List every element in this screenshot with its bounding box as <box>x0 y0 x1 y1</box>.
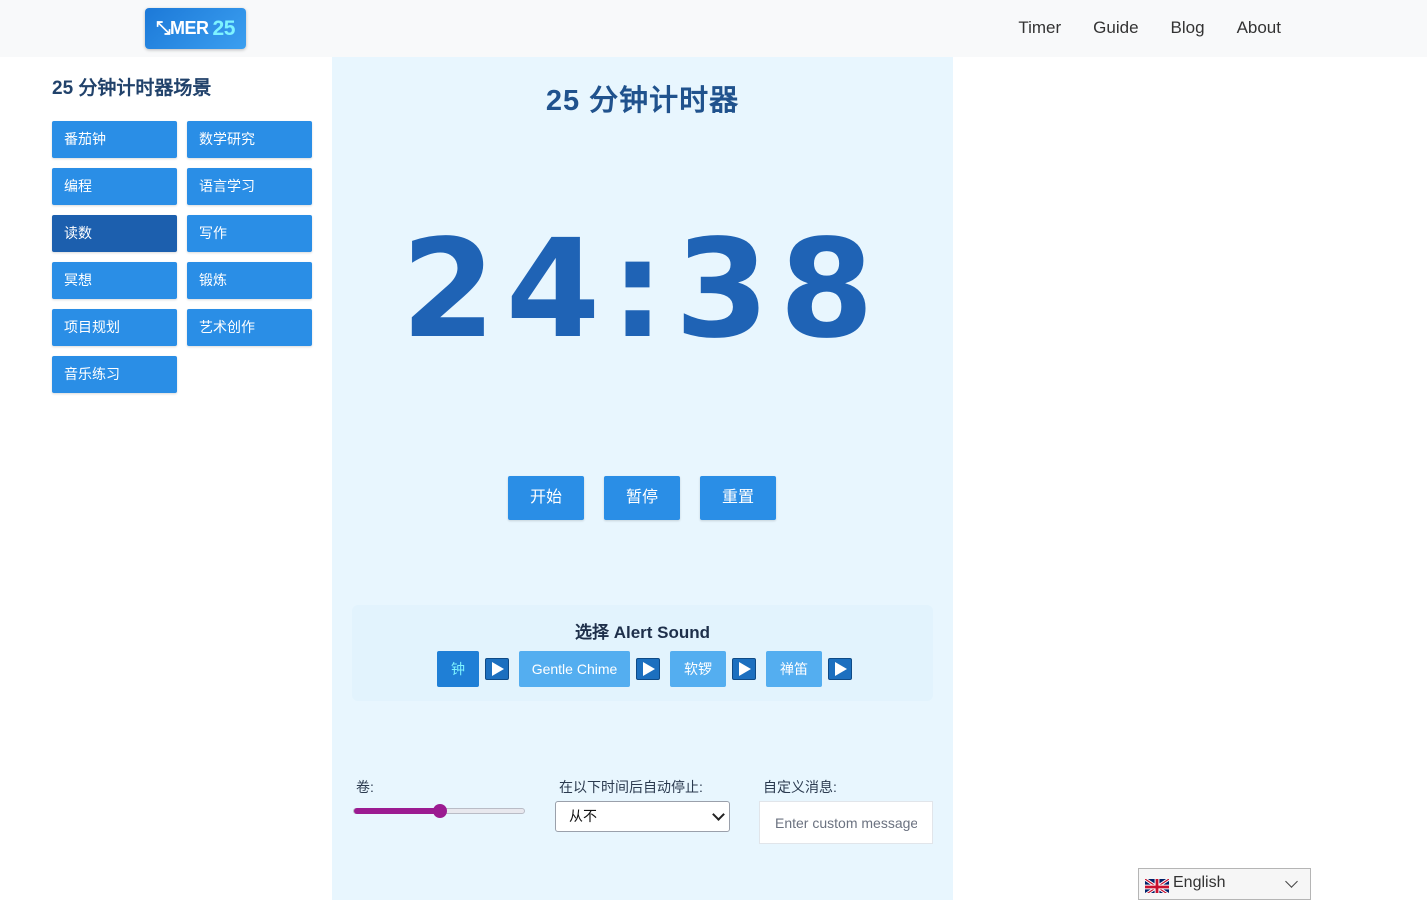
scenario-writing-button[interactable]: 写作 <box>187 215 312 252</box>
site-header: ⤡ MER 25 Timer Guide Blog About <box>0 0 1427 57</box>
scenario-exercise-button[interactable]: 锻炼 <box>187 262 312 299</box>
sound-bell-button[interactable]: 钟 <box>437 651 479 687</box>
language-selector[interactable]: English <box>1138 868 1311 900</box>
scenario-music-button[interactable]: 音乐练习 <box>52 356 177 393</box>
chevron-down-icon <box>1285 875 1298 888</box>
alert-sound-options: 钟 Gentle Chime 软锣 禅笛 <box>437 651 862 687</box>
scenario-math-button[interactable]: 数学研究 <box>187 121 312 158</box>
sound-zen-flute-button[interactable]: 禅笛 <box>766 651 822 687</box>
scenario-project-button[interactable]: 项目规划 <box>52 309 177 346</box>
volume-slider[interactable] <box>353 804 525 818</box>
page-title: 25 分钟计时器 <box>545 85 740 117</box>
sound-soft-gong-button[interactable]: 软锣 <box>670 651 726 687</box>
site-logo[interactable]: ⤡ MER 25 <box>145 8 246 49</box>
alert-sound-title: 选择 Alert Sound <box>574 623 711 642</box>
logo-number: 25 <box>212 16 236 40</box>
sidebar-title: 25 分钟计时器场景 <box>52 78 212 99</box>
scenario-grid: 番茄钟 数学研究 编程 语言学习 读数 写作 冥想 锻炼 项目规划 艺术创作 音… <box>52 121 314 393</box>
auto-stop-label: 在以下时间后自动停止: <box>559 779 703 795</box>
main-nav: Timer Guide Blog About <box>1018 17 1281 39</box>
custom-message-label: 自定义消息: <box>763 779 837 795</box>
auto-stop-select[interactable]: 从不 <box>555 801 730 832</box>
volume-slider-fill <box>354 808 440 814</box>
play-icon <box>835 662 847 676</box>
scenario-sidebar: 25 分钟计时器场景 番茄钟 数学研究 编程 语言学习 读数 写作 冥想 锻炼 … <box>52 77 314 393</box>
logo-text: MER <box>170 18 209 38</box>
alert-sound-section: 选择 Alert Sound 钟 Gentle Chime 软锣 禅笛 <box>352 605 933 701</box>
play-bell-button[interactable] <box>485 658 509 680</box>
timer-hand-icon: ⤡ <box>156 18 171 38</box>
nav-guide[interactable]: Guide <box>1093 17 1138 39</box>
scenario-art-button[interactable]: 艺术创作 <box>187 309 312 346</box>
custom-message-input[interactable] <box>759 801 933 844</box>
nav-timer[interactable]: Timer <box>1018 17 1061 39</box>
volume-slider-thumb[interactable] <box>433 804 447 818</box>
timer-controls: 开始 暂停 重置 <box>508 476 776 520</box>
countdown-display: 24:38 <box>401 211 884 369</box>
volume-label: 卷: <box>356 779 374 795</box>
language-selected: English <box>1173 874 1226 891</box>
nav-about[interactable]: About <box>1237 17 1281 39</box>
scenario-language-button[interactable]: 语言学习 <box>187 168 312 205</box>
chevron-down-icon <box>712 808 725 821</box>
sound-gentle-chime-button[interactable]: Gentle Chime <box>519 651 630 687</box>
play-gentle-chime-button[interactable] <box>636 658 660 680</box>
scenario-meditation-button[interactable]: 冥想 <box>52 262 177 299</box>
reset-button[interactable]: 重置 <box>700 476 776 520</box>
play-icon <box>643 662 655 676</box>
play-soft-gong-button[interactable] <box>732 658 756 680</box>
pause-button[interactable]: 暂停 <box>604 476 680 520</box>
uk-flag-icon <box>1145 877 1169 893</box>
auto-stop-value: 从不 <box>569 808 597 824</box>
scenario-pomodoro-button[interactable]: 番茄钟 <box>52 121 177 158</box>
play-icon <box>739 662 751 676</box>
play-icon <box>492 662 504 676</box>
start-button[interactable]: 开始 <box>508 476 584 520</box>
nav-blog[interactable]: Blog <box>1171 17 1205 39</box>
scenario-coding-button[interactable]: 编程 <box>52 168 177 205</box>
scenario-reading-button[interactable]: 读数 <box>52 215 177 252</box>
play-zen-flute-button[interactable] <box>828 658 852 680</box>
timer-panel: 25 分钟计时器 24:38 开始 暂停 重置 选择 Alert Sound 钟… <box>332 57 953 900</box>
